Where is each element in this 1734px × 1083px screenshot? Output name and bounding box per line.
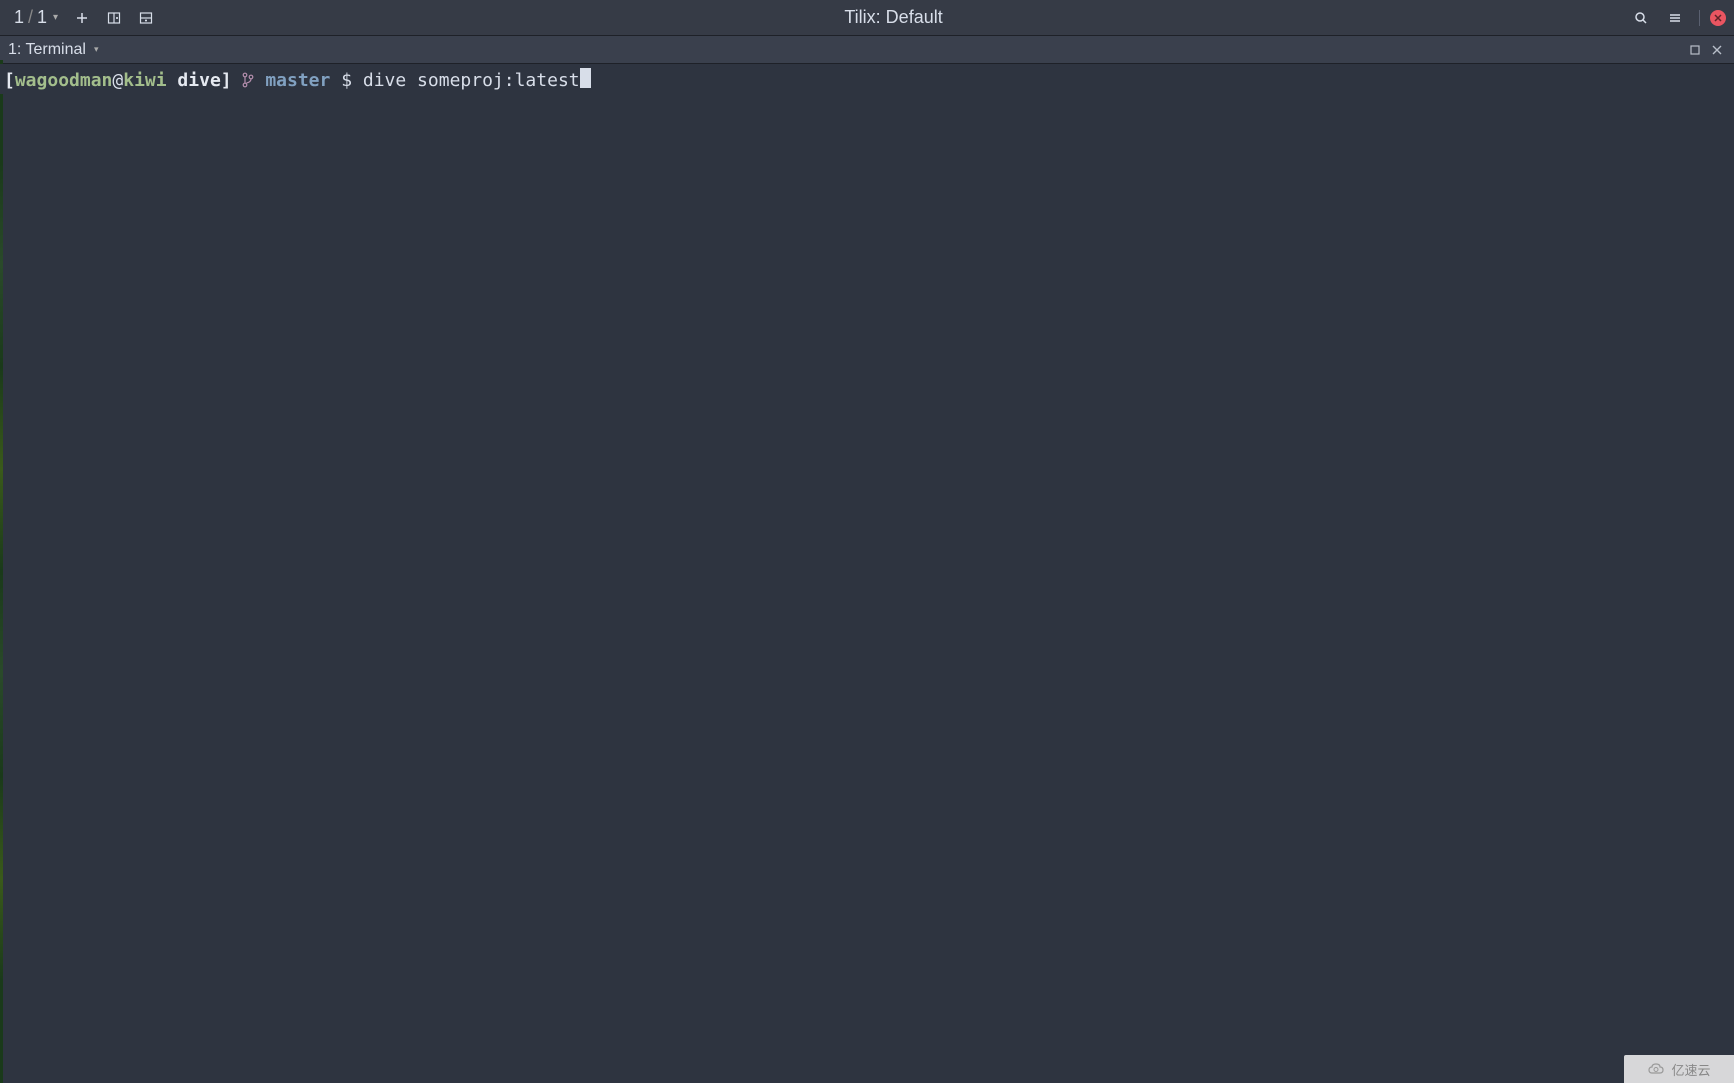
session-current: 1 bbox=[14, 7, 24, 28]
prompt-line: [wagoodman@kiwi dive] master $ dive some… bbox=[4, 66, 591, 92]
watermark: 亿速云 bbox=[1624, 1055, 1734, 1083]
add-terminal-button[interactable] bbox=[68, 4, 96, 32]
plus-icon bbox=[75, 11, 89, 25]
titlebar-right-controls bbox=[1627, 4, 1726, 32]
chevron-down-icon: ▾ bbox=[94, 44, 99, 55]
search-button[interactable] bbox=[1627, 4, 1655, 32]
prompt-bracket-open: [ bbox=[4, 70, 15, 92]
session-total: 1 bbox=[37, 7, 47, 28]
terminal-tab[interactable]: 1: Terminal ▾ bbox=[4, 41, 103, 59]
maximize-icon bbox=[1690, 45, 1700, 55]
prompt-dollar: $ bbox=[341, 70, 352, 92]
prompt-branch: master bbox=[265, 70, 330, 92]
split-down-icon bbox=[139, 11, 153, 25]
chevron-down-icon: ▾ bbox=[53, 12, 58, 23]
tab-label-text: 1: Terminal bbox=[8, 41, 86, 59]
prompt-user: wagoodman bbox=[15, 70, 113, 92]
cloud-icon bbox=[1647, 1062, 1667, 1076]
close-pane-button[interactable] bbox=[1708, 41, 1726, 59]
titlebar-divider bbox=[1699, 10, 1700, 26]
search-icon bbox=[1634, 11, 1648, 25]
titlebar-left-controls: 1 / 1 ▾ bbox=[8, 4, 160, 32]
close-icon bbox=[1714, 14, 1722, 22]
prompt-dir: dive bbox=[167, 70, 221, 92]
hamburger-icon bbox=[1668, 11, 1682, 25]
terminal-cursor bbox=[580, 68, 591, 88]
watermark-text: 亿速云 bbox=[1671, 1060, 1710, 1079]
prompt-host: kiwi bbox=[123, 70, 166, 92]
split-down-button[interactable] bbox=[132, 4, 160, 32]
terminal-tab-bar: 1: Terminal ▾ bbox=[0, 36, 1734, 64]
prompt-bracket-close: ] bbox=[221, 70, 232, 92]
session-counter[interactable]: 1 / 1 ▾ bbox=[8, 7, 64, 28]
prompt-at: @ bbox=[112, 70, 123, 92]
terminal-content[interactable]: [wagoodman@kiwi dive] master $ dive some… bbox=[0, 64, 1734, 94]
split-right-button[interactable] bbox=[100, 4, 128, 32]
prompt-command: dive someproj:latest bbox=[363, 70, 580, 92]
window-titlebar: 1 / 1 ▾ Tilix: D bbox=[0, 0, 1734, 36]
git-branch-icon bbox=[242, 70, 254, 92]
tab-bar-right-controls bbox=[1686, 41, 1730, 59]
session-separator: / bbox=[28, 7, 33, 28]
window-left-edge bbox=[0, 60, 3, 1083]
menu-button[interactable] bbox=[1661, 4, 1689, 32]
close-icon bbox=[1712, 45, 1722, 55]
close-window-button[interactable] bbox=[1710, 10, 1726, 26]
split-right-icon bbox=[107, 11, 121, 25]
window-title: Tilix: Default bbox=[160, 7, 1627, 28]
maximize-pane-button[interactable] bbox=[1686, 41, 1704, 59]
